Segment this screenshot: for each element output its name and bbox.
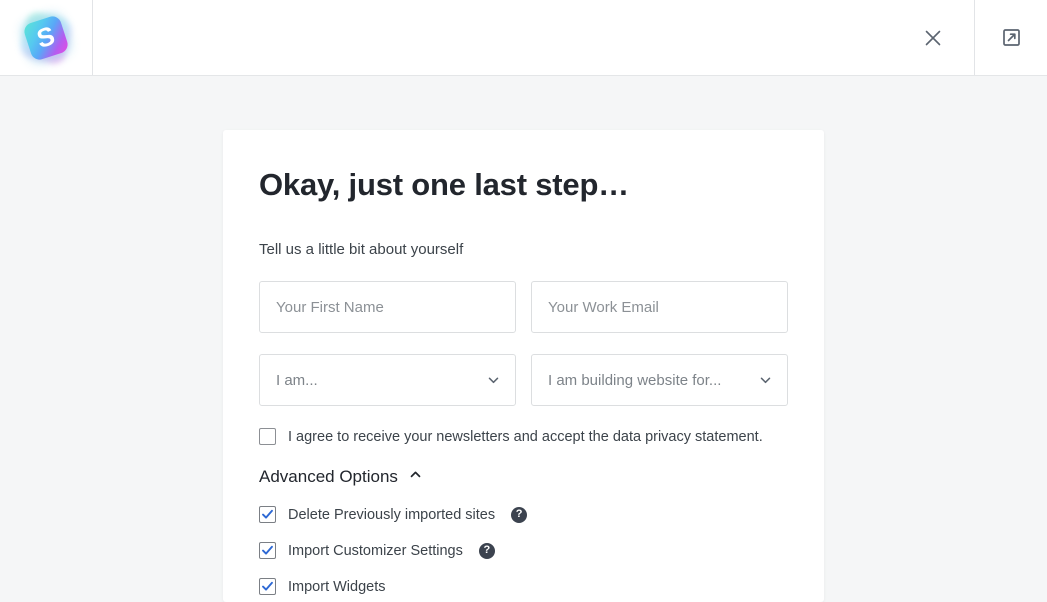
top-bar-middle <box>93 0 975 75</box>
top-bar-right <box>975 0 1047 75</box>
purpose-select-wrapper: I am building website for... <box>531 354 788 407</box>
close-button[interactable] <box>916 21 950 55</box>
help-icon[interactable]: ? <box>478 542 495 559</box>
option-row: Import Widgets <box>259 578 788 596</box>
delete-previous-sites-checkbox[interactable] <box>259 506 276 524</box>
option-row: Import Customizer Settings ? <box>259 542 788 560</box>
newsletter-consent-checkbox[interactable] <box>259 428 276 446</box>
external-link-icon <box>1002 29 1020 46</box>
work-email-input[interactable] <box>531 281 788 334</box>
close-icon <box>925 30 941 45</box>
role-select-value: I am... <box>276 371 318 389</box>
newsletter-consent-label[interactable]: I agree to receive your newsletters and … <box>288 429 763 445</box>
import-widgets-checkbox[interactable] <box>259 578 276 596</box>
onboarding-card: Okay, just one last step… Tell us a litt… <box>223 130 824 602</box>
selects-row: I am... I am building website for... <box>259 354 788 407</box>
option-label[interactable]: Import Widgets <box>288 579 386 595</box>
purpose-select[interactable]: I am building website for... <box>531 354 788 407</box>
card-subtitle: Tell us a little bit about yourself <box>259 241 464 259</box>
advanced-options-toggle[interactable]: Advanced Options <box>259 467 423 487</box>
role-select[interactable]: I am... <box>259 354 516 407</box>
email-field-wrapper <box>531 281 788 334</box>
chevron-down-icon <box>758 373 773 388</box>
option-label[interactable]: Delete Previously imported sites <box>288 507 495 523</box>
role-select-wrapper: I am... <box>259 354 516 407</box>
starter-templates-logo: S <box>18 9 74 66</box>
first-name-input[interactable] <box>259 281 516 334</box>
check-icon <box>262 510 273 519</box>
option-label[interactable]: Import Customizer Settings <box>288 543 463 559</box>
open-external-button[interactable] <box>996 23 1026 53</box>
logo-cell: S <box>0 0 93 75</box>
chevron-up-icon <box>408 467 423 487</box>
check-icon <box>262 582 273 591</box>
newsletter-consent-row: I agree to receive your newsletters and … <box>259 428 788 446</box>
import-customizer-settings-checkbox[interactable] <box>259 542 276 560</box>
purpose-select-value: I am building website for... <box>548 371 722 389</box>
option-row: Delete Previously imported sites ? <box>259 506 788 524</box>
check-icon <box>262 546 273 555</box>
first-name-field-wrapper <box>259 281 516 334</box>
page-title: Okay, just one last step… <box>259 167 629 202</box>
help-icon[interactable]: ? <box>511 506 528 523</box>
chevron-down-icon <box>486 373 501 388</box>
name-email-row <box>259 281 788 334</box>
top-bar: S <box>0 0 1047 76</box>
advanced-options-label: Advanced Options <box>259 467 398 487</box>
